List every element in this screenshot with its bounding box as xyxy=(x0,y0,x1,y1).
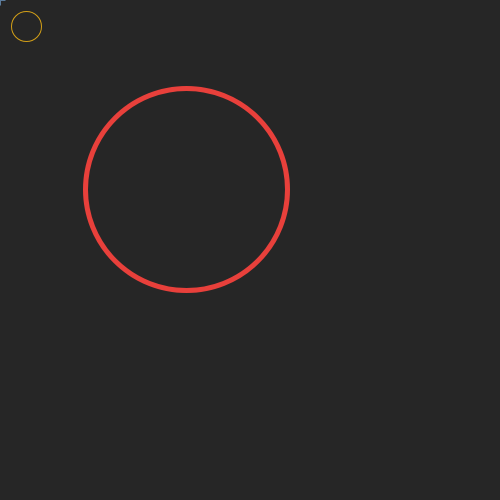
target-circle[interactable] xyxy=(83,86,290,293)
cursor-ring-icon xyxy=(11,11,42,42)
canvas[interactable] xyxy=(0,0,500,500)
corner-icon xyxy=(0,0,6,6)
